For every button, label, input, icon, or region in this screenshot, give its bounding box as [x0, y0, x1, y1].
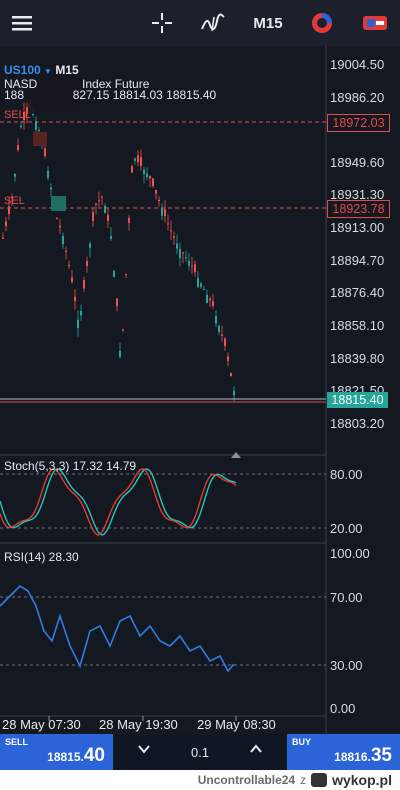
ohlc-values: 188 827.15 18814.03 18815.40: [4, 88, 216, 102]
price-axis-label: 18986.20: [330, 90, 385, 105]
symbol-name: US100: [4, 63, 41, 77]
price-axis-label: 18839.80: [330, 351, 385, 366]
timeframe-label: M15: [253, 14, 283, 32]
sell-label: SELL: [5, 737, 29, 747]
order-label-1[interactable]: SELL: [4, 109, 31, 121]
rsi-axis-100: 100.00: [330, 546, 370, 561]
stoch-axis-80: 80.00: [330, 467, 363, 482]
buy-price: 18816.35: [334, 745, 392, 767]
rsi-label: RSI(14) 28.30: [4, 550, 79, 564]
current-price-tag: 18815.40: [327, 392, 388, 408]
rsi-axis-30: 30.00: [330, 658, 363, 673]
rsi-line: [0, 584, 235, 673]
price-axis-label: 18949.60: [330, 155, 385, 170]
order-marker: [33, 132, 47, 146]
order-marker: [51, 196, 66, 211]
symbol-timeframe: M15: [55, 63, 79, 77]
trade-icon[interactable]: [360, 0, 390, 46]
time-axis-label: 28 May 07:30: [2, 717, 81, 732]
crosshair-icon[interactable]: [148, 0, 176, 46]
chart-timer-icon[interactable]: [308, 0, 336, 46]
chevron-up-icon[interactable]: [249, 742, 263, 761]
footer-watermark: Uncontrollable24 z wykop.pl: [0, 770, 400, 790]
sell-button[interactable]: SELL 18815.40: [0, 734, 113, 770]
buy-label: BUY: [292, 737, 312, 747]
buy-button[interactable]: BUY 18816.35: [287, 734, 400, 770]
price-axis-label: 18894.70: [330, 253, 385, 268]
ohlc-left: 188: [4, 88, 25, 102]
time-axis-label: 29 May 08:30: [197, 717, 276, 732]
sell-price-big: 40: [83, 745, 105, 766]
order-label-2[interactable]: SEL: [4, 195, 25, 207]
time-axis-label: 28 May 19:30: [99, 717, 178, 732]
rsi-axis-70: 70.00: [330, 590, 363, 605]
chevron-down-icon: ▼: [44, 67, 52, 76]
stoch-label: Stoch(5,3,3) 17.32 14.79: [4, 459, 137, 473]
symbol-selector[interactable]: US100 ▼ M15: [4, 63, 79, 77]
lot-selector: 0.1: [113, 734, 287, 770]
brand-name: wykop.pl: [332, 772, 392, 788]
hamburger-menu-icon[interactable]: [8, 0, 36, 46]
chevron-down-icon[interactable]: [137, 742, 151, 761]
sell-price: 18815.40: [47, 745, 105, 767]
trade-panel: SELL 18815.40 0.1 BUY 18816.35: [0, 734, 400, 770]
sell-price-main: 18815.: [47, 750, 84, 764]
timeframe-selector[interactable]: M15: [250, 0, 286, 46]
rsi-axis-0: 0.00: [330, 701, 356, 716]
top-toolbar: M15: [0, 0, 400, 46]
username: Uncontrollable24: [197, 773, 296, 787]
indicator-f-icon[interactable]: [198, 0, 228, 46]
footer-z: z: [300, 773, 307, 787]
price-axis-label: 18913.00: [330, 220, 385, 235]
order-price-tag-2[interactable]: 18923.78: [327, 200, 390, 218]
stoch-axis-20: 20.00: [330, 521, 363, 536]
chart-area[interactable]: US100 ▼ M15 NASD Index Future 188 827.15…: [0, 46, 400, 734]
order-price-tag-1[interactable]: 18972.03: [327, 114, 390, 132]
buy-price-big: 35: [370, 745, 392, 766]
price-axis-label: 18858.10: [330, 318, 385, 333]
price-axis-label: 18803.20: [330, 416, 385, 431]
ohlc-right: 827.15 18814.03 18815.40: [72, 88, 217, 102]
wykop-logo-icon: [311, 773, 328, 787]
price-axis-label: 19004.50: [330, 57, 385, 72]
lot-value[interactable]: 0.1: [191, 745, 209, 760]
stochastic-lines: [0, 468, 237, 536]
buy-price-main: 18816.: [334, 750, 371, 764]
price-axis-label: 18876.40: [330, 285, 385, 300]
